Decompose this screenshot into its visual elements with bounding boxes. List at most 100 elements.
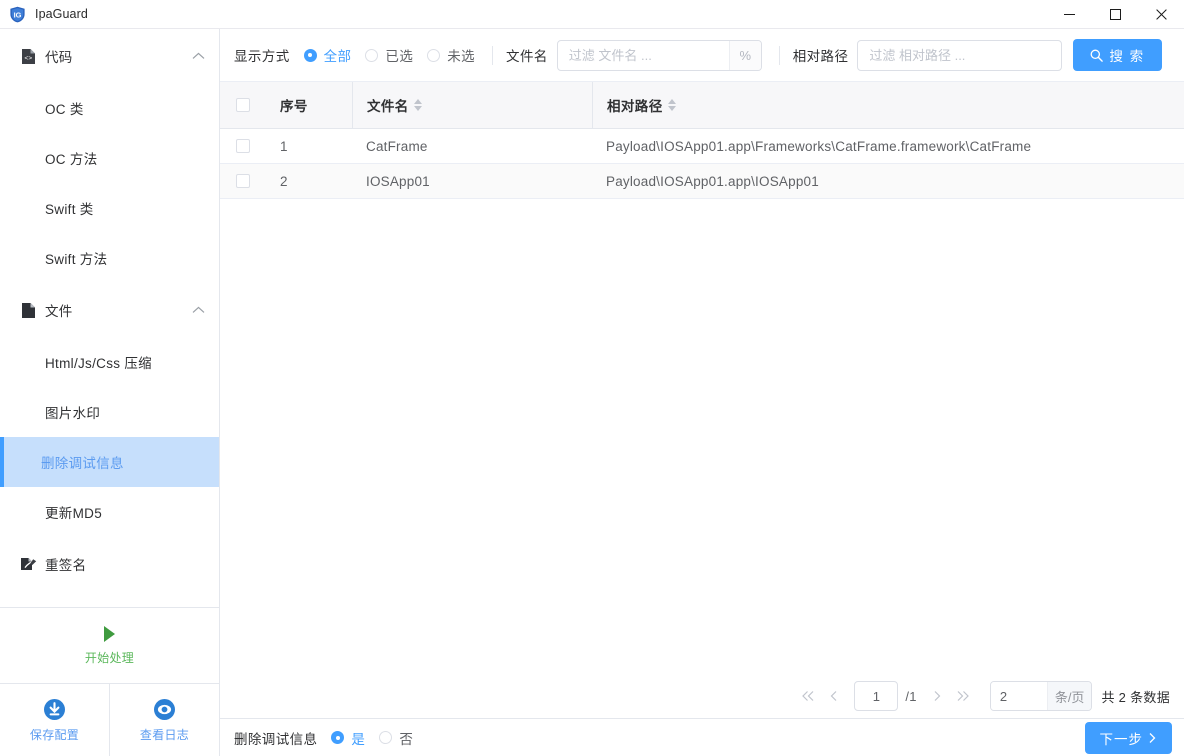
radio-no[interactable]: 否 [379, 728, 413, 748]
table-row[interactable]: 2 IOSApp01 Payload\IOSApp01.app\IOSApp01 [220, 163, 1184, 199]
radio-dot [303, 48, 317, 62]
sidebar-item-remove-debug-info[interactable]: 删除调试信息 [0, 437, 219, 487]
radio-display-selected[interactable]: 已选 [365, 45, 413, 65]
sidebar-item-html-js-css-compress[interactable]: Html/Js/Css 压缩 [0, 337, 219, 387]
radio-dot [331, 731, 345, 744]
chevron-up-icon[interactable] [192, 52, 205, 60]
radio-label: 全部 [323, 49, 352, 64]
row-filename-cell: CatFrame [352, 128, 592, 164]
row-index: 2 [280, 173, 288, 189]
column-label: 相对路径 [607, 99, 663, 114]
sidebar-item-update-md5[interactable]: 更新MD5 [0, 487, 219, 537]
filename-header[interactable]: 文件名 [352, 82, 592, 129]
window-title: IpaGuard [35, 7, 88, 21]
save-config-button[interactable]: 保存配置 [0, 684, 109, 756]
sidebar-item-oc-method[interactable]: OC 方法 [0, 133, 219, 183]
row-filename-cell: IOSApp01 [352, 163, 592, 199]
start-process-button[interactable]: 开始处理 [0, 607, 219, 683]
sidebar-group-code[interactable]: <> 代码 [0, 29, 219, 83]
sidebar-item-label: OC 类 [45, 102, 84, 117]
radio-yes[interactable]: 是 [331, 728, 365, 748]
sidebar-item-image-watermark[interactable]: 图片水印 [0, 387, 219, 437]
page-size-field[interactable]: 条/页 [989, 681, 1093, 711]
relpath-header[interactable]: 相对路径 [592, 82, 1184, 129]
current-page-input[interactable]: 1 [854, 681, 899, 711]
pagination: 1 /1 条/页 共 2 条数据 [220, 674, 1184, 718]
select-all-checkbox[interactable] [236, 98, 250, 112]
sidebar-item-oc-class[interactable]: OC 类 [0, 83, 219, 133]
sidebar-nav: <> 代码 OC 类 OC 方法 Swift 类 Swift 方法 文件 Htm… [0, 29, 219, 607]
footer-option-label: 删除调试信息 [234, 731, 318, 747]
sort-arrows-icon[interactable] [413, 99, 422, 111]
radio-dot [427, 48, 441, 62]
row-relpath: Payload\IOSApp01.app\IOSApp01 [606, 173, 819, 189]
column-label: 序号 [280, 99, 308, 114]
sidebar-group-file[interactable]: 文件 [0, 283, 219, 337]
svg-text:<>: <> [24, 55, 32, 62]
double-chevron-right-icon[interactable] [950, 682, 976, 710]
total-pages-label: /1 [905, 688, 917, 704]
sidebar-item-label: 更新MD5 [45, 506, 103, 521]
relpath-filter-field[interactable] [857, 39, 1063, 71]
next-step-button[interactable]: 下一步 [1084, 721, 1172, 754]
relpath-filter-label: 相对路径 [792, 49, 849, 64]
double-chevron-left-icon[interactable] [795, 682, 821, 710]
file-table: 序号 文件名 相对路径 1 CatFrame Payload\IOSApp01.… [220, 82, 1184, 199]
svg-text:IG: IG [14, 10, 22, 19]
row-index-cell: 1 [266, 128, 352, 164]
start-process-label: 开始处理 [84, 651, 135, 665]
percent-icon[interactable]: % [728, 40, 761, 70]
filename-filter-field[interactable]: % [556, 39, 762, 71]
table-header-row: 序号 文件名 相对路径 [220, 82, 1184, 129]
radio-label: 是 [351, 731, 366, 747]
view-log-label: 查看日志 [139, 727, 190, 742]
next-step-label: 下一步 [1099, 731, 1143, 747]
radio-display-unselected[interactable]: 未选 [427, 45, 475, 65]
chevron-right-icon [1147, 732, 1157, 744]
table-row[interactable]: 1 CatFrame Payload\IOSApp01.app\Framewor… [220, 128, 1184, 164]
row-checkbox-cell [220, 163, 266, 199]
search-button-label: 搜 索 [1109, 49, 1145, 64]
chevron-right-icon[interactable] [924, 682, 950, 710]
sidebar-item-swift-method[interactable]: Swift 方法 [0, 233, 219, 283]
minimize-button[interactable] [1046, 0, 1092, 29]
row-checkbox[interactable] [236, 174, 250, 188]
sidebar: <> 代码 OC 类 OC 方法 Swift 类 Swift 方法 文件 Htm… [0, 29, 220, 756]
display-mode-label: 显示方式 [234, 49, 290, 64]
row-checkbox[interactable] [236, 139, 250, 153]
sidebar-item-label: Html/Js/Css 压缩 [45, 356, 152, 371]
row-relpath-cell: Payload\IOSApp01.app\Frameworks\CatFrame… [592, 128, 1184, 164]
file-table-container: 序号 文件名 相对路径 1 CatFrame Payload\IOSApp01.… [220, 82, 1184, 674]
radio-label: 已选 [385, 49, 414, 64]
search-button[interactable]: 搜 索 [1073, 39, 1162, 71]
relpath-filter-input[interactable] [858, 40, 1062, 70]
sort-arrows-icon[interactable] [667, 99, 676, 111]
radio-display-all[interactable]: 全部 [303, 45, 352, 65]
chevron-up-icon[interactable] [192, 306, 205, 314]
row-relpath-cell: Payload\IOSApp01.app\IOSApp01 [592, 163, 1184, 199]
footer-bar: 删除调试信息 是 否 下一步 [220, 718, 1184, 756]
chevron-left-icon[interactable] [821, 682, 847, 710]
close-button[interactable] [1138, 0, 1184, 29]
sidebar-group-resign[interactable]: 重签名 [0, 537, 219, 591]
window-controls [1046, 0, 1184, 29]
filter-toolbar: 显示方式 全部 已选 未选 文件名 过滤 文件名 ... % 相对路径 过滤 相… [220, 29, 1184, 82]
code-file-icon: <> [20, 48, 37, 65]
sidebar-item-label: 删除调试信息 [41, 456, 124, 471]
page-size-input[interactable] [990, 682, 1047, 710]
index-header: 序号 [266, 82, 352, 129]
maximize-button[interactable] [1092, 0, 1138, 29]
file-table-head: 序号 文件名 相对路径 [220, 82, 1184, 129]
main-panel: 显示方式 全部 已选 未选 文件名 过滤 文件名 ... % 相对路径 过滤 相… [220, 29, 1184, 756]
app-window: IG IpaGuard <> 代码 OC 类 OC 方法 Swift 类 Swi… [0, 0, 1184, 756]
select-all-header [220, 82, 266, 129]
column-label: 文件名 [367, 99, 409, 114]
window-body: <> 代码 OC 类 OC 方法 Swift 类 Swift 方法 文件 Htm… [0, 29, 1184, 756]
sidebar-item-swift-class[interactable]: Swift 类 [0, 183, 219, 233]
row-index-cell: 2 [266, 163, 352, 199]
radio-dot [365, 48, 379, 62]
sidebar-group-label: 文件 [45, 304, 73, 319]
total-records-label: 共 2 条数据 [1101, 689, 1170, 705]
filename-filter-input[interactable] [557, 40, 729, 70]
view-log-button[interactable]: 查看日志 [109, 684, 219, 756]
